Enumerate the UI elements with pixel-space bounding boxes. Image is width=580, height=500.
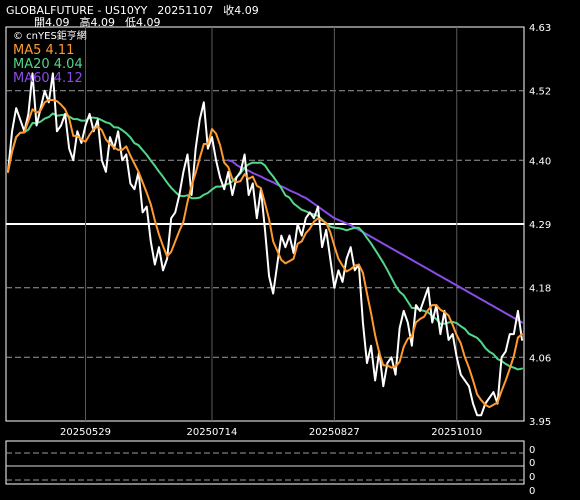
subpanel-tick-label: 0: [529, 472, 535, 483]
subpanel-frame: [5, 440, 525, 485]
subpanel-tick-label: 0: [529, 445, 535, 456]
x-tick-label: 20251010: [431, 427, 482, 438]
subpanel-tick-label: 0: [529, 458, 535, 469]
y-tick-label: 3.95: [529, 417, 551, 428]
y-tick-label: 4.06: [529, 353, 551, 364]
subpanel-tick-label: 0: [529, 486, 535, 497]
watermark: © cnYES鉅亨網: [13, 31, 87, 42]
ma20-legend: MA20 4.04: [13, 57, 83, 72]
y-tick-label: 4.63: [529, 23, 551, 34]
ma5-legend: MA5 4.11: [13, 43, 75, 58]
y-tick-label: 4.40: [529, 156, 551, 167]
x-tick-label: 20250714: [187, 427, 238, 438]
y-tick-label: 4.29: [529, 220, 551, 231]
x-tick-label: 20250827: [309, 427, 360, 438]
y-tick-label: 4.18: [529, 284, 551, 295]
x-tick-label: 20250529: [60, 427, 111, 438]
ma60-legend: MA60 4.12: [13, 71, 83, 86]
price-chart: 4.63 4.52 4.40 4.29 4.18 4.06 3.95 20250529 2025…: [5, 23, 551, 497]
chart-overlay: © cnYES鉅亨網 MA5 4.11 MA20 4.04 MA60 4.12: [13, 30, 87, 86]
y-tick-label: 4.52: [529, 87, 551, 98]
